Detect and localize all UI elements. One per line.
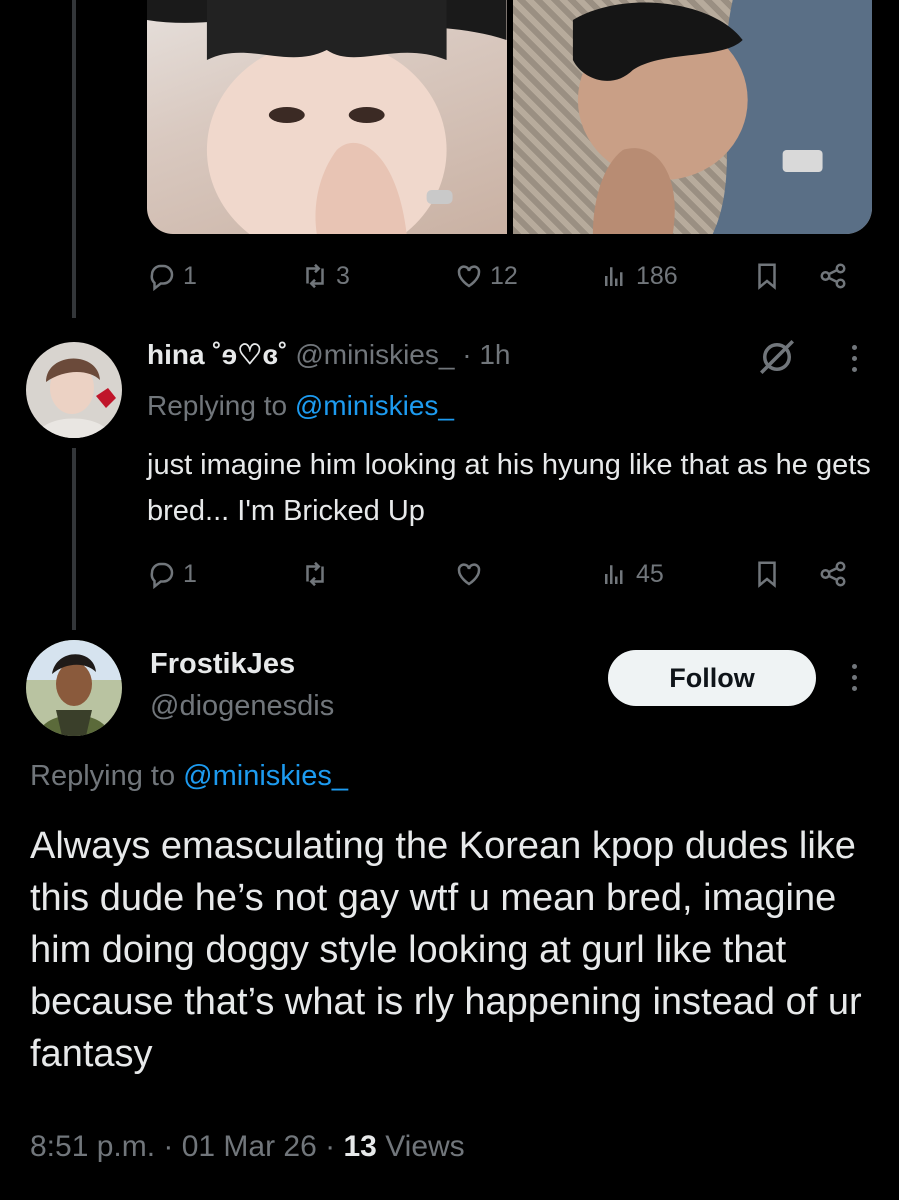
repost-count: 3: [336, 261, 350, 290]
reply-reply-count: 1: [183, 559, 197, 588]
share-button[interactable]: [818, 256, 848, 296]
reply-count: 1: [183, 261, 197, 290]
repost-icon: [306, 263, 324, 289]
reply-repost-button[interactable]: [300, 554, 330, 594]
main-replying-to: Replying to @miniskies_: [30, 760, 348, 793]
like-button[interactable]: 12: [454, 256, 518, 296]
bookmark-icon: [758, 263, 776, 290]
main-replying-mention[interactable]: @miniskies_: [183, 760, 348, 792]
reply-views-button[interactable]: 45: [600, 554, 664, 594]
views-icon: [605, 565, 623, 584]
repost-icon: [306, 561, 324, 587]
like-icon: [457, 563, 481, 586]
main-handle[interactable]: @diogenesdis: [150, 690, 334, 723]
replying-mention[interactable]: @miniskies_: [295, 390, 454, 421]
reply-replying-to: Replying to @miniskies_: [147, 390, 454, 422]
reply-icon: [150, 264, 174, 291]
reply-button[interactable]: 1: [147, 256, 197, 296]
share-icon: [820, 263, 846, 289]
bookmark-icon: [758, 561, 776, 588]
main-post-meta: 8:51 p.m. · 01 Mar 26 · 13 Views: [30, 1130, 465, 1164]
reply-header: hina ˚ɘ♡ɞ˚ @miniskies_ · 1h: [147, 338, 511, 371]
views-count: 186: [636, 261, 678, 290]
main-post-time[interactable]: 8:51 p.m. · 01 Mar 26 ·: [30, 1130, 335, 1163]
views-icon: [605, 267, 623, 286]
like-count: 12: [490, 261, 518, 290]
media-grid: [147, 0, 872, 234]
main-views-label[interactable]: Views: [385, 1130, 464, 1163]
replying-prefix: Replying to: [147, 390, 288, 421]
reply-handle[interactable]: @miniskies_: [295, 339, 454, 370]
reply-text: just imagine him looking at his hyung li…: [147, 449, 871, 527]
photo-1[interactable]: [147, 0, 507, 234]
reply-bookmark-button[interactable]: [752, 554, 782, 594]
avatar-frostikjes[interactable]: [26, 640, 122, 736]
repost-button[interactable]: 3: [300, 256, 350, 296]
main-views-count[interactable]: 13: [343, 1130, 376, 1163]
thread-line-reply: [72, 448, 76, 630]
main-display-name[interactable]: FrostikJes: [150, 648, 295, 681]
grok-icon[interactable]: [756, 336, 798, 378]
like-icon: [457, 265, 481, 288]
avatar-hina[interactable]: [26, 342, 122, 438]
reply-more-icon[interactable]: [848, 345, 860, 372]
main-replying-prefix: Replying to: [30, 760, 176, 792]
bookmark-button[interactable]: [752, 256, 782, 296]
reply-display-name[interactable]: hina ˚ɘ♡ɞ˚: [147, 339, 288, 370]
parent-actions: 1 3 12 186: [0, 256, 899, 296]
reply-share-button[interactable]: [818, 554, 848, 594]
reply-icon: [150, 562, 174, 589]
main-post-text: Always emasculating the Korean kpop dude…: [30, 825, 862, 1075]
views-button[interactable]: 186: [600, 256, 678, 296]
reply-time[interactable]: · 1h: [462, 339, 510, 370]
reply-reply-button[interactable]: 1: [147, 554, 197, 594]
main-more-icon[interactable]: [848, 664, 860, 691]
share-icon: [820, 561, 846, 587]
follow-button[interactable]: Follow: [608, 650, 816, 706]
reply-like-button[interactable]: [454, 554, 484, 594]
reply-views-count: 45: [636, 559, 664, 588]
photo-2[interactable]: [512, 0, 872, 234]
reply-actions: 1 45: [0, 554, 899, 594]
